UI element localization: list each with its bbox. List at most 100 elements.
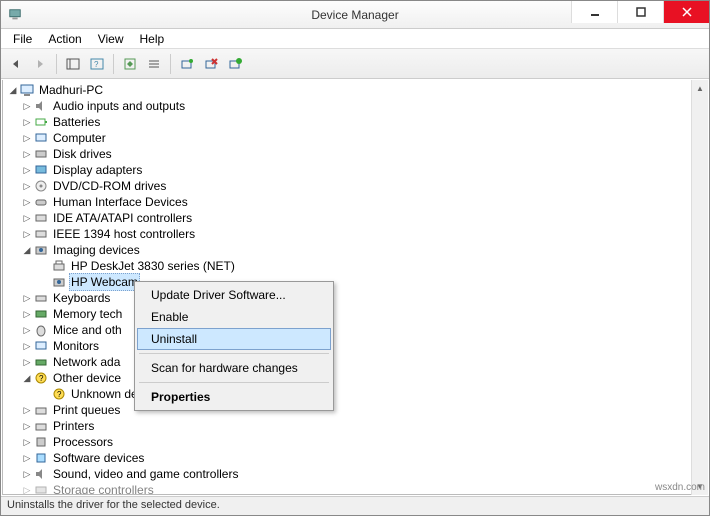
toolbar-list-icon[interactable]: [143, 53, 165, 75]
context-enable[interactable]: Enable: [137, 306, 331, 328]
watermark: wsxdn.com: [655, 482, 705, 493]
expander-icon[interactable]: ▷: [21, 210, 33, 226]
tree-item-label[interactable]: Network ada: [51, 354, 122, 370]
printer-icon: [51, 258, 67, 274]
computer-icon: [33, 130, 49, 146]
statusbar: Uninstalls the driver for the selected d…: [1, 496, 709, 515]
toolbar-help-icon[interactable]: ?: [86, 53, 108, 75]
ide-icon: [33, 210, 49, 226]
expander-icon[interactable]: ◢: [21, 242, 33, 258]
printqueue-icon: [33, 402, 49, 418]
expander-icon[interactable]: ▷: [21, 306, 33, 322]
expander-icon[interactable]: ▷: [21, 146, 33, 162]
tree-item-label[interactable]: Imaging devices: [51, 242, 142, 258]
status-text: Uninstalls the driver for the selected d…: [7, 499, 220, 511]
toolbar-showhide-icon[interactable]: [62, 53, 84, 75]
mouse-icon: [33, 322, 49, 338]
expander-icon[interactable]: ▷: [21, 322, 33, 338]
imaging-icon: [33, 242, 49, 258]
tree-item-label[interactable]: Processors: [51, 434, 115, 450]
vertical-scrollbar[interactable]: ▲ ▼: [691, 80, 708, 495]
tree-item-label[interactable]: HP Webcam: [69, 273, 140, 291]
expander-icon[interactable]: ▷: [21, 434, 33, 450]
expander-icon[interactable]: ▷: [21, 402, 33, 418]
tree-item-label[interactable]: DVD/CD-ROM drives: [51, 178, 168, 194]
tree-item-label[interactable]: Keyboards: [51, 290, 112, 306]
expander-icon[interactable]: ▷: [21, 162, 33, 178]
tree-item-label[interactable]: Batteries: [51, 114, 102, 130]
menu-help[interactable]: Help: [132, 30, 173, 48]
context-update-driver[interactable]: Update Driver Software...: [137, 284, 331, 306]
expander-icon[interactable]: ▷: [21, 354, 33, 370]
tree-item-label[interactable]: Other device: [51, 370, 123, 386]
menu-view[interactable]: View: [90, 30, 132, 48]
expander-icon[interactable]: ◢: [7, 82, 19, 98]
expander-icon[interactable]: ▷: [21, 338, 33, 354]
expander-icon[interactable]: ▷: [21, 98, 33, 114]
keyboard-icon: [33, 290, 49, 306]
expander-icon[interactable]: ▷: [21, 482, 33, 494]
toolbar-scan-icon[interactable]: [176, 53, 198, 75]
tree-item-label[interactable]: Storage controllers: [51, 482, 156, 494]
tree-item-label[interactable]: Software devices: [51, 450, 146, 466]
tree-item-label[interactable]: Computer: [51, 130, 108, 146]
context-separator: [139, 353, 329, 354]
scroll-up-icon[interactable]: ▲: [692, 80, 708, 97]
other-icon: ?: [33, 370, 49, 386]
expander-icon[interactable]: ▷: [21, 130, 33, 146]
printer-icon: [33, 418, 49, 434]
tree-item-label[interactable]: IDE ATA/ATAPI controllers: [51, 210, 194, 226]
tree-item-label[interactable]: Monitors: [51, 338, 101, 354]
cpu-icon: [33, 434, 49, 450]
svg-text:?: ?: [94, 60, 99, 69]
tree-item-label[interactable]: Audio inputs and outputs: [51, 98, 187, 114]
svg-text:?: ?: [39, 374, 44, 383]
tree-item-label[interactable]: Human Interface Devices: [51, 194, 190, 210]
tree-item-label[interactable]: IEEE 1394 host controllers: [51, 226, 197, 242]
minimize-button[interactable]: [571, 1, 617, 23]
expander-icon[interactable]: ▷: [21, 450, 33, 466]
ieee-icon: [33, 226, 49, 242]
expander-icon[interactable]: ◢: [21, 370, 33, 386]
tree-item-selected[interactable]: HP Webcam: [7, 274, 707, 290]
svg-text:?: ?: [57, 390, 62, 399]
tree-item-label[interactable]: HP DeskJet 3830 series (NET): [69, 258, 237, 274]
context-uninstall[interactable]: Uninstall: [137, 328, 331, 350]
storage-icon: [33, 482, 49, 494]
toolbar: ?: [1, 49, 709, 79]
expander-icon[interactable]: ▷: [21, 290, 33, 306]
maximize-button[interactable]: [617, 1, 663, 23]
tree-root-label[interactable]: Madhuri-PC: [37, 82, 105, 98]
toolbar-update-icon[interactable]: [119, 53, 141, 75]
toolbar-uninstall-icon[interactable]: [200, 53, 222, 75]
tree-item-label[interactable]: Disk drives: [51, 146, 114, 162]
context-scan[interactable]: Scan for hardware changes: [137, 357, 331, 379]
toolbar-forward[interactable]: [29, 53, 51, 75]
device-tree[interactable]: ◢ Madhuri-PC ▷ Audio inputs and outputs ▷…: [3, 80, 707, 494]
expander-icon[interactable]: ▷: [21, 114, 33, 130]
tree-item-label[interactable]: Display adapters: [51, 162, 144, 178]
window-controls: [571, 1, 709, 23]
disk-icon: [33, 146, 49, 162]
menu-file[interactable]: File: [5, 30, 40, 48]
expander-icon[interactable]: ▷: [21, 194, 33, 210]
expander-icon[interactable]: ▷: [21, 226, 33, 242]
tree-item-label[interactable]: Print queues: [51, 402, 122, 418]
tree-item-label[interactable]: Printers: [51, 418, 96, 434]
toolbar-enable-icon[interactable]: [224, 53, 246, 75]
tree-item-label[interactable]: Memory tech: [51, 306, 124, 322]
menubar: File Action View Help: [1, 29, 709, 49]
close-button[interactable]: [663, 1, 709, 23]
expander-icon[interactable]: ▷: [21, 178, 33, 194]
expander-icon[interactable]: ▷: [21, 466, 33, 482]
tree-item-label[interactable]: Sound, video and game controllers: [51, 466, 240, 482]
menu-action[interactable]: Action: [40, 30, 89, 48]
window-title: Device Manager: [311, 8, 398, 22]
monitor-icon: [33, 338, 49, 354]
network-icon: [33, 354, 49, 370]
context-menu: Update Driver Software... Enable Uninsta…: [134, 281, 334, 411]
expander-icon[interactable]: ▷: [21, 418, 33, 434]
tree-item-label[interactable]: Mice and oth: [51, 322, 124, 338]
context-properties[interactable]: Properties: [137, 386, 331, 408]
toolbar-back[interactable]: [5, 53, 27, 75]
